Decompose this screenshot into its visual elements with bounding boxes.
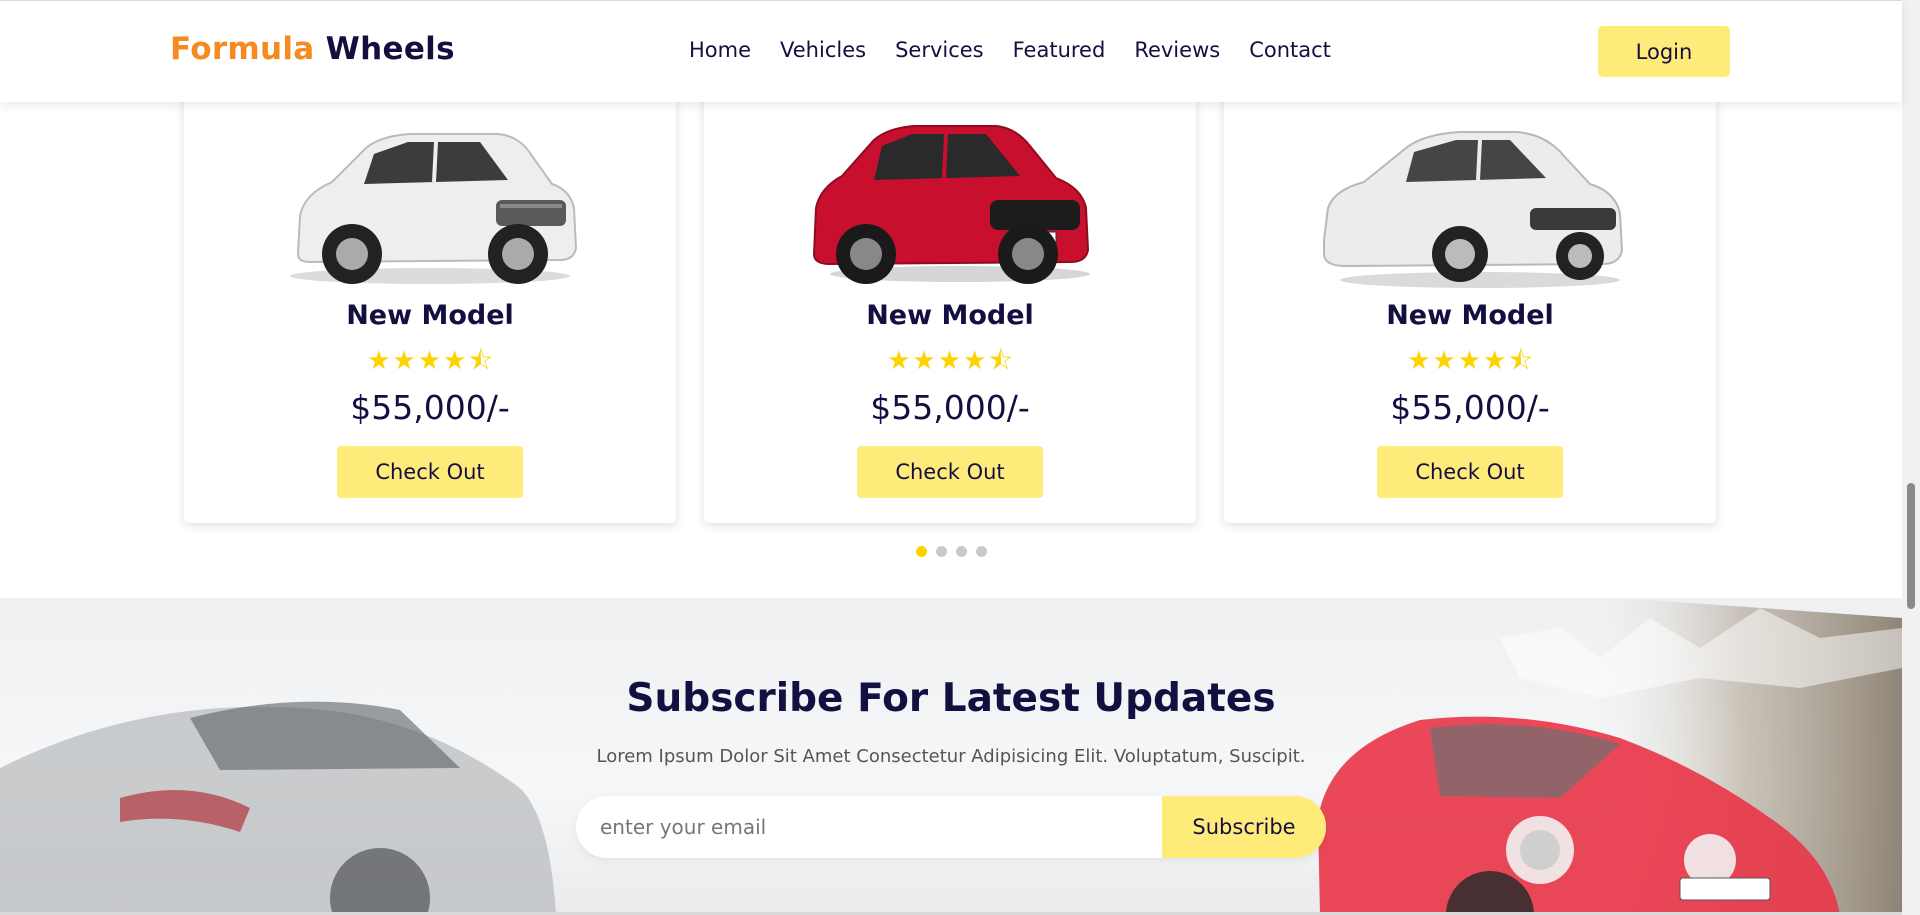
pagination-dot-2[interactable] — [936, 546, 947, 557]
card-price: $55,000/- — [1390, 388, 1550, 427]
card-title: New Model — [346, 300, 514, 331]
star-icon: ★ — [1407, 346, 1431, 376]
star-icon: ★ — [367, 346, 391, 376]
pagination-dot-3[interactable] — [956, 546, 967, 557]
subscribe-button[interactable]: Subscribe — [1162, 796, 1326, 858]
vehicle-card: New Model ★★★★⯪ $55,000/- Check Out — [704, 82, 1196, 523]
star-icon: ★ — [392, 346, 416, 376]
nav-reviews[interactable]: Reviews — [1134, 38, 1220, 62]
scrollbar-thumb[interactable] — [1907, 483, 1915, 609]
newsletter-form: Subscribe — [576, 796, 1326, 858]
slider-pagination — [916, 546, 987, 557]
star-icon: ★ — [963, 346, 987, 376]
check-out-button[interactable]: Check Out — [337, 446, 523, 498]
vehicle-card: New Model ★★★★⯪ $55,000/- Check Out — [1224, 82, 1716, 523]
card-price: $55,000/- — [870, 388, 1030, 427]
newsletter-section: Subscribe For Latest Updates Lorem Ipsum… — [0, 598, 1902, 915]
pagination-dot-1[interactable] — [916, 546, 927, 557]
site-header: Formula Wheels Home Vehicles Services Fe… — [0, 0, 1902, 102]
nav-featured[interactable]: Featured — [1013, 38, 1106, 62]
check-out-button[interactable]: Check Out — [1377, 446, 1563, 498]
star-icon: ★ — [417, 346, 441, 376]
star-icon: ★ — [887, 346, 911, 376]
star-icon: ★ — [937, 346, 961, 376]
star-icon: ★ — [443, 346, 467, 376]
star-icon: ★ — [1483, 346, 1507, 376]
nav-services[interactable]: Services — [895, 38, 984, 62]
nav-contact[interactable]: Contact — [1249, 38, 1331, 62]
car-image-sedan — [1323, 131, 1624, 288]
star-icon: ★ — [1432, 346, 1456, 376]
nav-vehicles[interactable]: Vehicles — [780, 38, 866, 62]
rating-stars: ★★★★⯪ — [184, 348, 676, 374]
page-scrollbar[interactable] — [1902, 0, 1920, 915]
nav-home[interactable]: Home — [689, 38, 751, 62]
pagination-dot-4[interactable] — [976, 546, 987, 557]
star-half-icon: ⯪ — [1508, 346, 1533, 376]
rating-stars: ★★★★⯪ — [704, 348, 1196, 374]
car-image-suv — [290, 133, 578, 284]
rating-stars: ★★★★⯪ — [1224, 348, 1716, 374]
star-icon: ★ — [1457, 346, 1481, 376]
main-nav: Home Vehicles Services Featured Reviews … — [689, 38, 1331, 62]
card-price: $55,000/- — [350, 388, 510, 427]
star-half-icon: ⯪ — [988, 346, 1013, 376]
newsletter-title: Subscribe For Latest Updates — [626, 676, 1276, 721]
card-title: New Model — [866, 300, 1034, 331]
card-title: New Model — [1386, 300, 1554, 331]
logo-wheels: Wheels — [325, 31, 455, 67]
logo-formula: Formula — [170, 31, 315, 67]
star-icon: ★ — [912, 346, 936, 376]
vehicle-card: New Model ★★★★⯪ $55,000/- Check Out — [184, 82, 676, 523]
car-image-compact-suv — [812, 125, 1090, 284]
site-logo[interactable]: Formula Wheels — [170, 31, 455, 67]
check-out-button[interactable]: Check Out — [857, 446, 1043, 498]
star-half-icon: ⯪ — [468, 346, 493, 376]
login-button[interactable]: Login — [1598, 26, 1730, 77]
newsletter-description: Lorem Ipsum Dolor Sit Amet Consectetur A… — [596, 746, 1306, 767]
email-input[interactable] — [576, 796, 1162, 858]
